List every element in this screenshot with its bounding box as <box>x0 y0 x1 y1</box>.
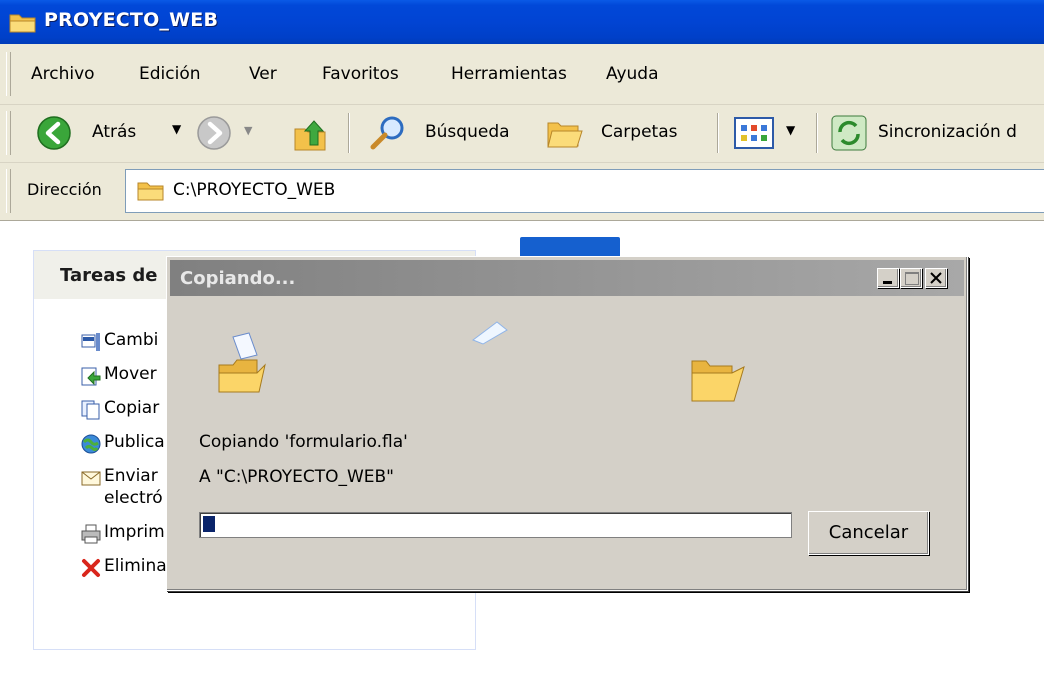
back-dropdown-icon[interactable]: ▼ <box>172 122 181 136</box>
menu-bar: Archivo Edición Ver Favoritos Herramient… <box>0 44 1044 105</box>
task-print[interactable]: Imprim <box>104 522 165 542</box>
move-icon <box>81 367 101 386</box>
folder-icon <box>9 14 36 33</box>
task-publish[interactable]: Publica <box>104 432 165 452</box>
address-grip <box>6 169 11 213</box>
sync-label: Sincronización d <box>878 122 1017 142</box>
menu-ayuda[interactable]: Ayuda <box>606 64 659 84</box>
copy-progress-bar <box>199 512 792 538</box>
maximize-icon <box>905 272 919 285</box>
folder-icon <box>137 182 164 201</box>
printer-icon <box>81 524 101 544</box>
source-folder-icon <box>218 332 266 393</box>
sync-icon <box>831 115 867 151</box>
maximize-button <box>900 268 922 288</box>
address-value: C:\PROYECTO_WEB <box>173 180 336 200</box>
cancel-button[interactable]: Cancelar <box>808 511 929 555</box>
menu-favoritos[interactable]: Favoritos <box>322 64 399 84</box>
minimize-button[interactable] <box>877 268 899 288</box>
back-button[interactable]: Atrás ▼ <box>30 111 190 155</box>
search-label: Búsqueda <box>425 122 510 142</box>
toolbar-separator <box>348 113 350 153</box>
task-email-line2[interactable]: electró <box>104 488 163 508</box>
toolbar-grip <box>6 111 11 155</box>
menu-ver[interactable]: Ver <box>249 64 277 84</box>
back-arrow-icon <box>37 116 71 150</box>
back-label: Atrás <box>92 122 137 142</box>
views-dropdown-icon: ▼ <box>786 123 796 137</box>
folders-button[interactable]: Carpetas <box>540 111 710 155</box>
task-pane-title: Tareas de <box>60 265 158 286</box>
rename-icon <box>81 333 100 351</box>
destination-folder-icon <box>691 360 745 402</box>
address-label: Dirección <box>27 180 102 199</box>
folders-label: Carpetas <box>601 122 678 142</box>
copy-icon <box>81 400 100 420</box>
address-bar: Dirección C:\PROYECTO_WEB <box>0 163 1044 221</box>
publish-web-icon <box>81 434 101 454</box>
forward-dropdown-icon[interactable]: ▼ <box>244 124 252 137</box>
window-titlebar[interactable]: PROYECTO_WEB <box>0 0 1044 44</box>
dialog-titlebar[interactable]: Copiando... <box>170 260 964 296</box>
views-button[interactable]: ▼ <box>730 113 810 153</box>
menu-herramientas[interactable]: Herramientas <box>451 64 567 84</box>
forward-button[interactable]: ▼ <box>194 111 274 155</box>
folders-icon <box>547 122 583 148</box>
email-icon <box>81 471 101 486</box>
address-input[interactable]: C:\PROYECTO_WEB <box>125 169 1044 213</box>
flying-document-icon <box>471 321 508 345</box>
task-email[interactable]: Enviar <box>104 466 158 486</box>
forward-arrow-icon <box>197 116 231 150</box>
standard-toolbar: Atrás ▼ ▼ Búsqueda Carpetas ▼ Sincroniza… <box>0 105 1044 163</box>
task-move[interactable]: Mover <box>104 364 157 384</box>
copy-status-line2: A "C:\PROYECTO_WEB" <box>199 467 394 487</box>
sync-button[interactable]: Sincronización d <box>828 111 1044 155</box>
task-rename[interactable]: Cambi <box>104 330 158 350</box>
menu-archivo[interactable]: Archivo <box>31 64 95 84</box>
dialog-title: Copiando... <box>180 268 296 289</box>
up-folder-icon[interactable] <box>292 117 330 153</box>
close-icon <box>930 272 942 284</box>
menu-grip <box>6 52 11 96</box>
toolbar-separator <box>816 113 818 153</box>
menu-edicion[interactable]: Edición <box>139 64 201 84</box>
minimize-icon <box>883 281 892 284</box>
task-copy[interactable]: Copiar <box>104 398 159 418</box>
delete-icon <box>82 559 100 577</box>
views-icon <box>734 117 774 149</box>
background-window-edge <box>520 237 620 257</box>
copy-status-line1: Copiando 'formulario.fla' <box>199 432 408 452</box>
copy-progress-fill <box>203 516 215 532</box>
search-icon <box>370 116 404 150</box>
copy-progress-dialog: Copiando... Copiando 'formulario.fla' A … <box>166 256 968 591</box>
window-title: PROYECTO_WEB <box>44 9 219 31</box>
search-button[interactable]: Búsqueda <box>360 111 530 155</box>
close-button[interactable] <box>925 268 947 288</box>
toolbar-separator <box>717 113 719 153</box>
